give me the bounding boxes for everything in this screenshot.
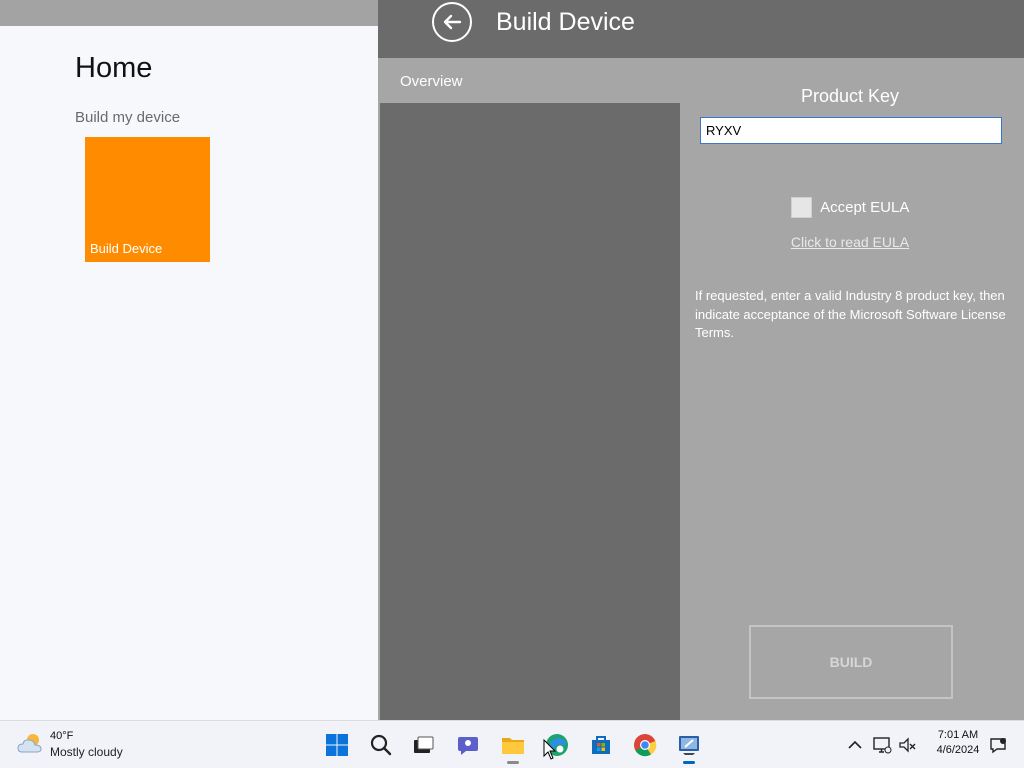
- edge-button[interactable]: [541, 729, 573, 761]
- windows-start-button[interactable]: [321, 729, 353, 761]
- chat-button[interactable]: [452, 729, 484, 761]
- read-eula-link[interactable]: Click to read EULA: [680, 234, 1020, 250]
- product-key-label: Product Key: [800, 86, 900, 106]
- help-text: If requested, enter a valid Industry 8 p…: [695, 288, 1006, 340]
- store-icon: [592, 736, 610, 754]
- tab-overview-label: Overview: [400, 73, 463, 90]
- build-device-tile[interactable]: Build Device: [85, 137, 210, 262]
- search-icon: [370, 734, 392, 756]
- search-button[interactable]: [365, 729, 397, 761]
- weather-widget[interactable]: 40°F Mostly cloudy: [16, 729, 156, 761]
- product-key-form: Product Key Accept EULA Click to read EU…: [680, 58, 1024, 720]
- chrome-button[interactable]: [629, 729, 661, 761]
- running-indicator: [507, 761, 519, 764]
- overview-panel: [380, 103, 680, 720]
- home-pane: Home Build my device Build Device: [0, 26, 378, 720]
- device-builder-app-icon: [679, 736, 699, 755]
- weather-description: Mostly cloudy: [50, 745, 123, 759]
- home-title: Home: [75, 52, 153, 84]
- network-icon: [873, 737, 892, 754]
- task-view-icon: [414, 736, 434, 753]
- accept-eula-checkbox[interactable]: [790, 197, 812, 218]
- product-key-input[interactable]: [700, 117, 1002, 144]
- home-subtitle: Build my device: [75, 109, 181, 126]
- clock-time: 7:01 AM: [937, 729, 979, 741]
- back-button[interactable]: [432, 2, 472, 42]
- tab-overview[interactable]: Overview: [380, 58, 680, 103]
- clock-date: 4/6/2024: [936, 744, 980, 756]
- show-hidden-icons-button[interactable]: [844, 733, 866, 757]
- active-indicator: [683, 761, 695, 764]
- task-view-button[interactable]: [407, 729, 439, 761]
- file-explorer-icon: [502, 738, 524, 754]
- mouse-cursor-icon: [543, 739, 557, 760]
- home-top-bar: [0, 0, 378, 26]
- tile-label: Build Device: [90, 241, 163, 256]
- taskbar: 40°F Mostly cloudy 7:01 AM 4/6/2024: [0, 720, 1024, 768]
- volume-muted-icon: [899, 737, 916, 753]
- build-body: Overview Product Key Accept EULA Click t…: [378, 58, 1024, 720]
- back-arrow-icon: [443, 14, 462, 30]
- accept-eula-row: Accept EULA: [680, 197, 1020, 218]
- weather-temperature: 40°F: [50, 730, 74, 742]
- cloudy-weather-icon: [17, 734, 42, 753]
- chrome-icon: [634, 734, 657, 757]
- file-explorer-button[interactable]: [497, 729, 529, 764]
- clock[interactable]: 7:01 AM 4/6/2024: [925, 729, 991, 756]
- chevron-up-icon: [848, 740, 862, 749]
- device-builder-app-button[interactable]: [673, 729, 705, 764]
- network-button[interactable]: [871, 733, 893, 757]
- build-button[interactable]: BUILD: [749, 625, 953, 699]
- accept-eula-label: Accept EULA: [820, 199, 910, 216]
- store-button[interactable]: [585, 729, 617, 761]
- build-header: Build Device: [378, 0, 1024, 58]
- windows-start-icon: [326, 734, 348, 756]
- notifications-button[interactable]: [987, 733, 1009, 757]
- chat-icon: [458, 737, 478, 755]
- volume-button[interactable]: [897, 733, 919, 757]
- notification-icon: [990, 738, 1006, 754]
- page-title: Build Device: [496, 8, 635, 36]
